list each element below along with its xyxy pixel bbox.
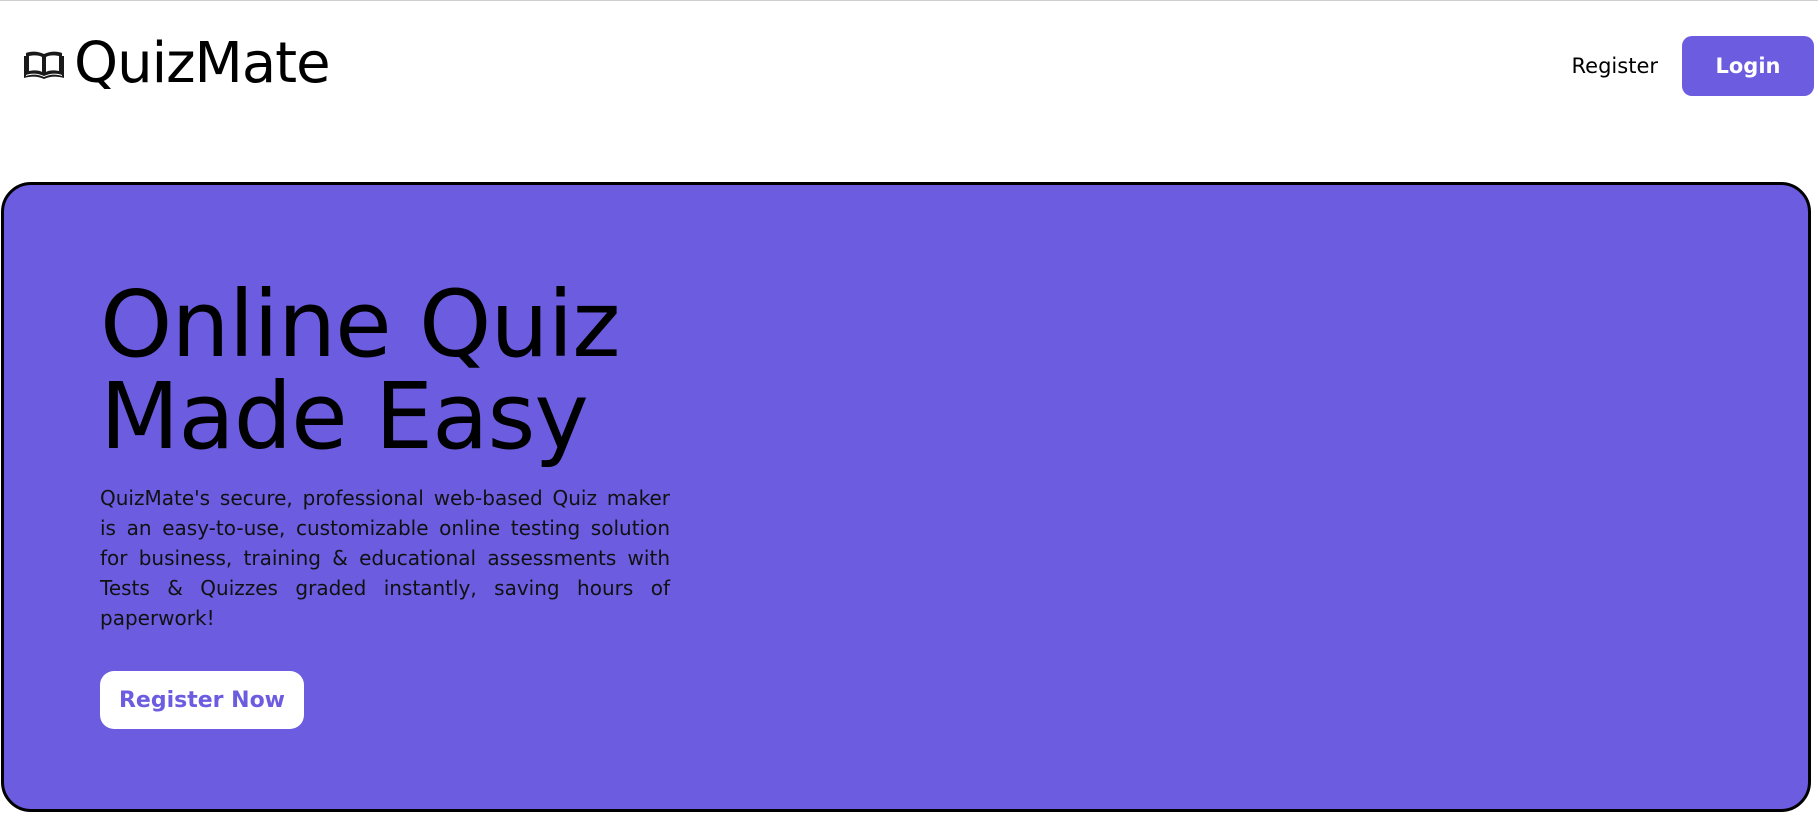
landing-page: QuizMate Register Login Online Quiz Made…: [0, 0, 1818, 834]
hero-description: QuizMate's secure, professional web-base…: [100, 486, 670, 630]
hero-title-line-1: Online Quiz: [100, 271, 621, 378]
hero-section: Online Quiz Made Easy QuizMate's secure,…: [1, 182, 1811, 812]
header-nav: Register Login: [1572, 36, 1814, 96]
top-divider: [0, 0, 1818, 1]
register-link[interactable]: Register: [1572, 54, 1658, 78]
brand-name: QuizMate: [74, 31, 331, 96]
brand-logo[interactable]: QuizMate: [24, 31, 331, 96]
open-book-icon: [24, 48, 64, 80]
login-button[interactable]: Login: [1682, 36, 1814, 96]
hero-title: Online Quiz Made Easy: [100, 279, 621, 463]
register-now-button[interactable]: Register Now: [100, 671, 304, 729]
hero-title-line-2: Made Easy: [100, 363, 589, 470]
